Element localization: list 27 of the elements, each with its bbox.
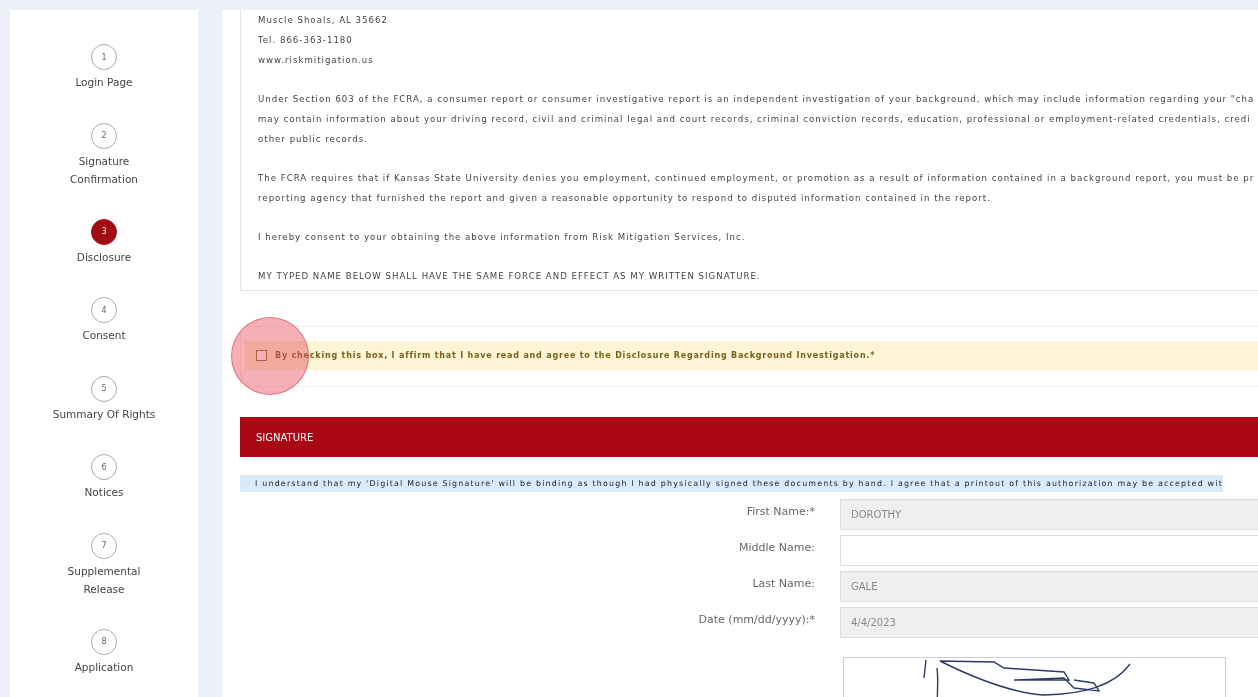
step-item[interactable]: 2 Signature Confirmation [48,122,160,219]
field-label: Last Name: [751,576,815,592]
disclosure-text: The FCRA requires that if Kansas State University denies you employment, continued employment, or promotion as a result of information contained in a background report, you must be pr [258,172,1255,185]
step-item[interactable]: 7 Supplemental Release [48,532,160,629]
step-number: 3 [91,218,117,245]
disclosure-text: Under Section 603 of the FCRA, a consumer report or consumer investigative report is an independent investigation of your background, which may include information regarding your "cha [258,93,1255,106]
address-line: www.riskmitigation.us [258,54,374,67]
agree-checkbox[interactable] [256,350,267,361]
field-label: Middle Name: [738,540,815,556]
section-title: SIGNATURE [256,431,314,443]
input-field[interactable] [840,535,1258,566]
disclosure-text: may contain information about your driving record, civil and criminal legal and court records, criminal conviction records, education, professional or employment-related credentials, credi [258,113,1251,126]
step-item[interactable]: 6 Notices [48,454,160,533]
field-label: First Name:* [745,504,815,520]
step-item[interactable]: 3 Disclosure [48,218,160,297]
step-item[interactable]: 8 Application [48,628,160,697]
agree-label: By checking this box, I affirm that I have read and agree to the Disclosure Regarding Background Investigation.* [275,351,876,360]
disclosure-text: I hereby consent to your obtaining the above information from Risk Mitigation Services, Inc. [258,231,746,244]
disclosure-text: other public records. [258,133,368,146]
step-item[interactable]: 1 Login Page [48,44,160,123]
disclosure-text: MY TYPED NAME BELOW SHALL HAVE THE SAME FORCE AND EFFECT AS MY WRITTEN SIGNATURE. [258,270,761,283]
field-label: Date (mm/dd/yyyy):* [697,612,815,628]
step-item[interactable]: 5 Summary Of Rights [48,375,160,454]
address-line: Muscle Shoals, AL 35662 [258,14,388,27]
disclosure-text: reporting agency that furnished the report and given a reasonable opportunity to respond to disputed information contained in the report. [258,192,991,205]
address-line: Tel. 866-363-1180 [258,34,353,47]
step-item[interactable]: 4 Consent [48,297,160,376]
